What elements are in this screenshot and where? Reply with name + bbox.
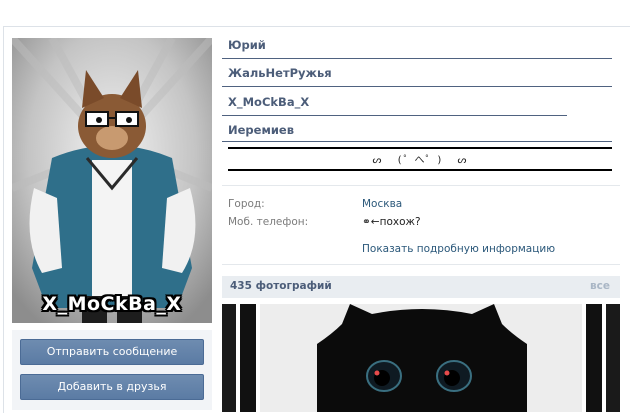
section-divider [222,264,620,265]
name-divider [222,58,612,59]
phone-value: ⚭←похож? [362,216,421,228]
decorative-rule [228,147,612,149]
cat-avatar-illustration [12,38,212,323]
add-friend-button[interactable]: Добавить в друзья [20,374,204,400]
name-divider [222,115,567,116]
show-details-link[interactable]: Показать подробную информацию [362,243,555,255]
name-divider [222,86,612,87]
photo-thumbnail-cat[interactable] [222,304,620,412]
city-label: Город: [228,198,265,210]
phone-label: Моб. телефон: [228,216,309,228]
name-divider [222,141,612,142]
section-divider [222,185,620,186]
decorative-rule [228,169,612,171]
profile-actions: Отправить сообщение Добавить в друзья [12,330,212,410]
name-line-second: ЖальНетРужья [228,66,332,80]
name-line-first: Юрий [228,38,266,52]
send-message-button[interactable]: Отправить сообщение [20,339,204,365]
photos-strip [222,304,620,412]
photos-title-link[interactable]: 435 фотографий [230,280,332,292]
status-emoticons: ᔕ (゜へ゜) ᔕ [372,155,468,166]
avatar-caption: X_MoCkBa_X [42,293,182,315]
name-line-third: X_MoCkBa_X [228,95,310,109]
photos-header: 435 фотографий все [222,276,620,298]
name-line-fourth: Иеремиев [228,123,294,137]
photos-all-link[interactable]: все [590,280,610,292]
profile-avatar[interactable]: X_MoCkBa_X [12,38,212,323]
city-link[interactable]: Москва [362,198,402,210]
